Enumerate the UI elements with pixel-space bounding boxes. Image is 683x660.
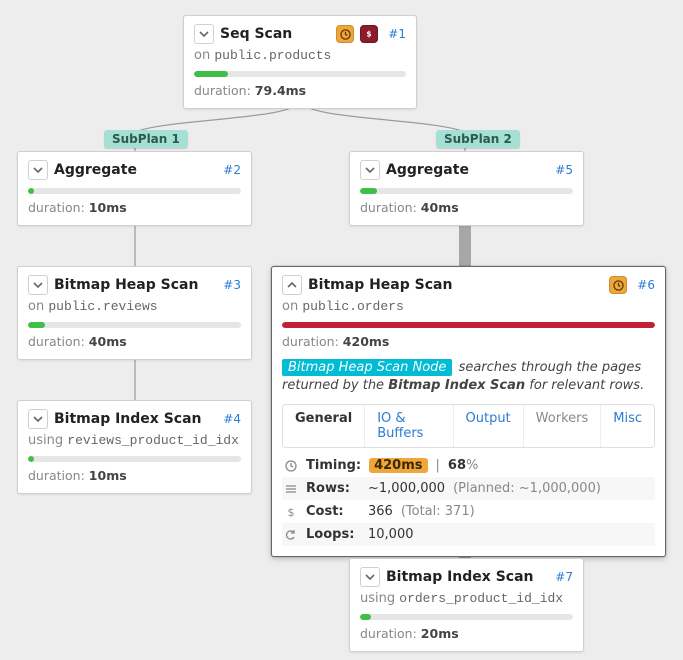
toggle-node-7[interactable]: [360, 567, 380, 587]
using-label: using: [28, 433, 63, 448]
loops-icon: [284, 529, 298, 541]
stats-panel: Timing: 420ms | 68% Rows: ~1,000,000 (Pl…: [282, 454, 655, 546]
node-aggregate-2[interactable]: Aggregate #2 duration: 10ms: [17, 151, 252, 226]
node-title: Bitmap Index Scan: [386, 569, 534, 585]
node-title: Aggregate: [54, 162, 137, 178]
toggle-node-5[interactable]: [360, 160, 380, 180]
duration-value: 40ms: [89, 334, 127, 349]
duration-value: 40ms: [421, 200, 459, 215]
chevron-down-icon: [199, 29, 209, 39]
timing-warning-icon: [336, 25, 354, 43]
node-id-link[interactable]: #4: [223, 412, 241, 426]
duration-value: 20ms: [421, 626, 459, 641]
on-target: public.reviews: [48, 299, 157, 314]
cost-value: 366: [368, 504, 393, 519]
duration-bar: [28, 188, 241, 194]
toggle-node-6[interactable]: [282, 275, 302, 295]
node-title: Seq Scan: [220, 26, 292, 42]
toggle-node-4[interactable]: [28, 409, 48, 429]
duration-label: duration:: [360, 626, 417, 641]
node-id-link[interactable]: #1: [388, 27, 406, 41]
cost-warning-icon: $: [360, 25, 378, 43]
duration-value: 79.4ms: [255, 83, 306, 98]
on-label: on: [194, 48, 210, 63]
subplan-badge-1: SubPlan 1: [104, 130, 188, 148]
duration-bar: [28, 322, 241, 328]
node-title: Bitmap Index Scan: [54, 411, 202, 427]
plan-canvas: { "subplans": { "left": "SubPlan 1", "ri…: [0, 0, 683, 660]
svg-text:$: $: [288, 506, 295, 518]
tab-output[interactable]: Output: [454, 405, 524, 447]
chevron-down-icon: [33, 280, 43, 290]
on-label: on: [28, 299, 44, 314]
chevron-up-icon: [287, 280, 297, 290]
node-id-link[interactable]: #2: [223, 163, 241, 177]
duration-value: 10ms: [89, 200, 127, 215]
duration-bar: [28, 456, 241, 462]
node-bitmap-index-7[interactable]: Bitmap Index Scan #7 using orders_produc…: [349, 558, 584, 652]
node-bitmap-index-4[interactable]: Bitmap Index Scan #4 using reviews_produ…: [17, 400, 252, 494]
node-id-link[interactable]: #3: [223, 278, 241, 292]
duration-value: 420ms: [343, 334, 390, 349]
toggle-node-3[interactable]: [28, 275, 48, 295]
on-target: public.products: [214, 48, 331, 63]
cost-label: Cost:: [306, 504, 360, 519]
rows-value: ~1,000,000: [368, 481, 445, 496]
duration-label: duration:: [28, 334, 85, 349]
duration-bar: [360, 188, 573, 194]
timing-value: 420ms: [369, 458, 427, 473]
loops-label: Loops:: [306, 527, 360, 542]
tab-io[interactable]: IO & Buffers: [365, 405, 453, 447]
timing-pct: 68: [448, 458, 466, 473]
duration-bar: [282, 322, 655, 328]
cost-icon: $: [284, 506, 298, 518]
chevron-down-icon: [33, 414, 43, 424]
chevron-down-icon: [365, 165, 375, 175]
svg-text:$: $: [367, 30, 372, 39]
node-bitmap-heap-6[interactable]: Bitmap Heap Scan #6 on public.orders dur…: [271, 266, 666, 557]
duration-label: duration:: [360, 200, 417, 215]
duration-label: duration:: [282, 334, 339, 349]
node-title: Bitmap Heap Scan: [308, 277, 452, 293]
tab-workers[interactable]: Workers: [524, 405, 602, 447]
node-id-link[interactable]: #7: [555, 570, 573, 584]
clock-icon: [284, 460, 298, 472]
using-target: reviews_product_id_idx: [67, 433, 239, 448]
node-description: Bitmap Heap Scan Node searches through t…: [282, 359, 655, 394]
timing-warning-icon: [609, 276, 627, 294]
desc-tag: Bitmap Heap Scan Node: [282, 359, 452, 376]
node-seq-scan[interactable]: Seq Scan $ #1 on public.products duratio…: [183, 15, 417, 109]
tab-general[interactable]: General: [283, 405, 365, 447]
node-title: Bitmap Heap Scan: [54, 277, 198, 293]
node-title: Aggregate: [386, 162, 469, 178]
duration-label: duration:: [28, 468, 85, 483]
timing-sep: |: [436, 458, 440, 473]
cost-total: (Total: 371): [401, 504, 475, 519]
on-label: on: [282, 299, 298, 314]
using-label: using: [360, 591, 395, 606]
duration-label: duration:: [28, 200, 85, 215]
on-target: public.orders: [302, 299, 403, 314]
tab-misc[interactable]: Misc: [601, 405, 654, 447]
rows-icon: [284, 483, 298, 495]
timing-label: Timing:: [306, 458, 361, 473]
chevron-down-icon: [365, 572, 375, 582]
subplan-badge-2: SubPlan 2: [436, 130, 520, 148]
detail-tabs: General IO & Buffers Output Workers Misc: [282, 404, 655, 448]
duration-label: duration:: [194, 83, 251, 98]
node-bitmap-heap-3[interactable]: Bitmap Heap Scan #3 on public.reviews du…: [17, 266, 252, 360]
duration-bar: [194, 71, 406, 77]
loops-value: 10,000: [368, 527, 414, 542]
node-aggregate-5[interactable]: Aggregate #5 duration: 40ms: [349, 151, 584, 226]
rows-label: Rows:: [306, 481, 360, 496]
node-id-link[interactable]: #6: [637, 278, 655, 292]
node-id-link[interactable]: #5: [555, 163, 573, 177]
using-target: orders_product_id_idx: [399, 591, 563, 606]
rows-planned: (Planned: ~1,000,000): [453, 481, 601, 496]
chevron-down-icon: [33, 165, 43, 175]
toggle-node-1[interactable]: [194, 24, 214, 44]
duration-bar: [360, 614, 573, 620]
toggle-node-2[interactable]: [28, 160, 48, 180]
duration-value: 10ms: [89, 468, 127, 483]
